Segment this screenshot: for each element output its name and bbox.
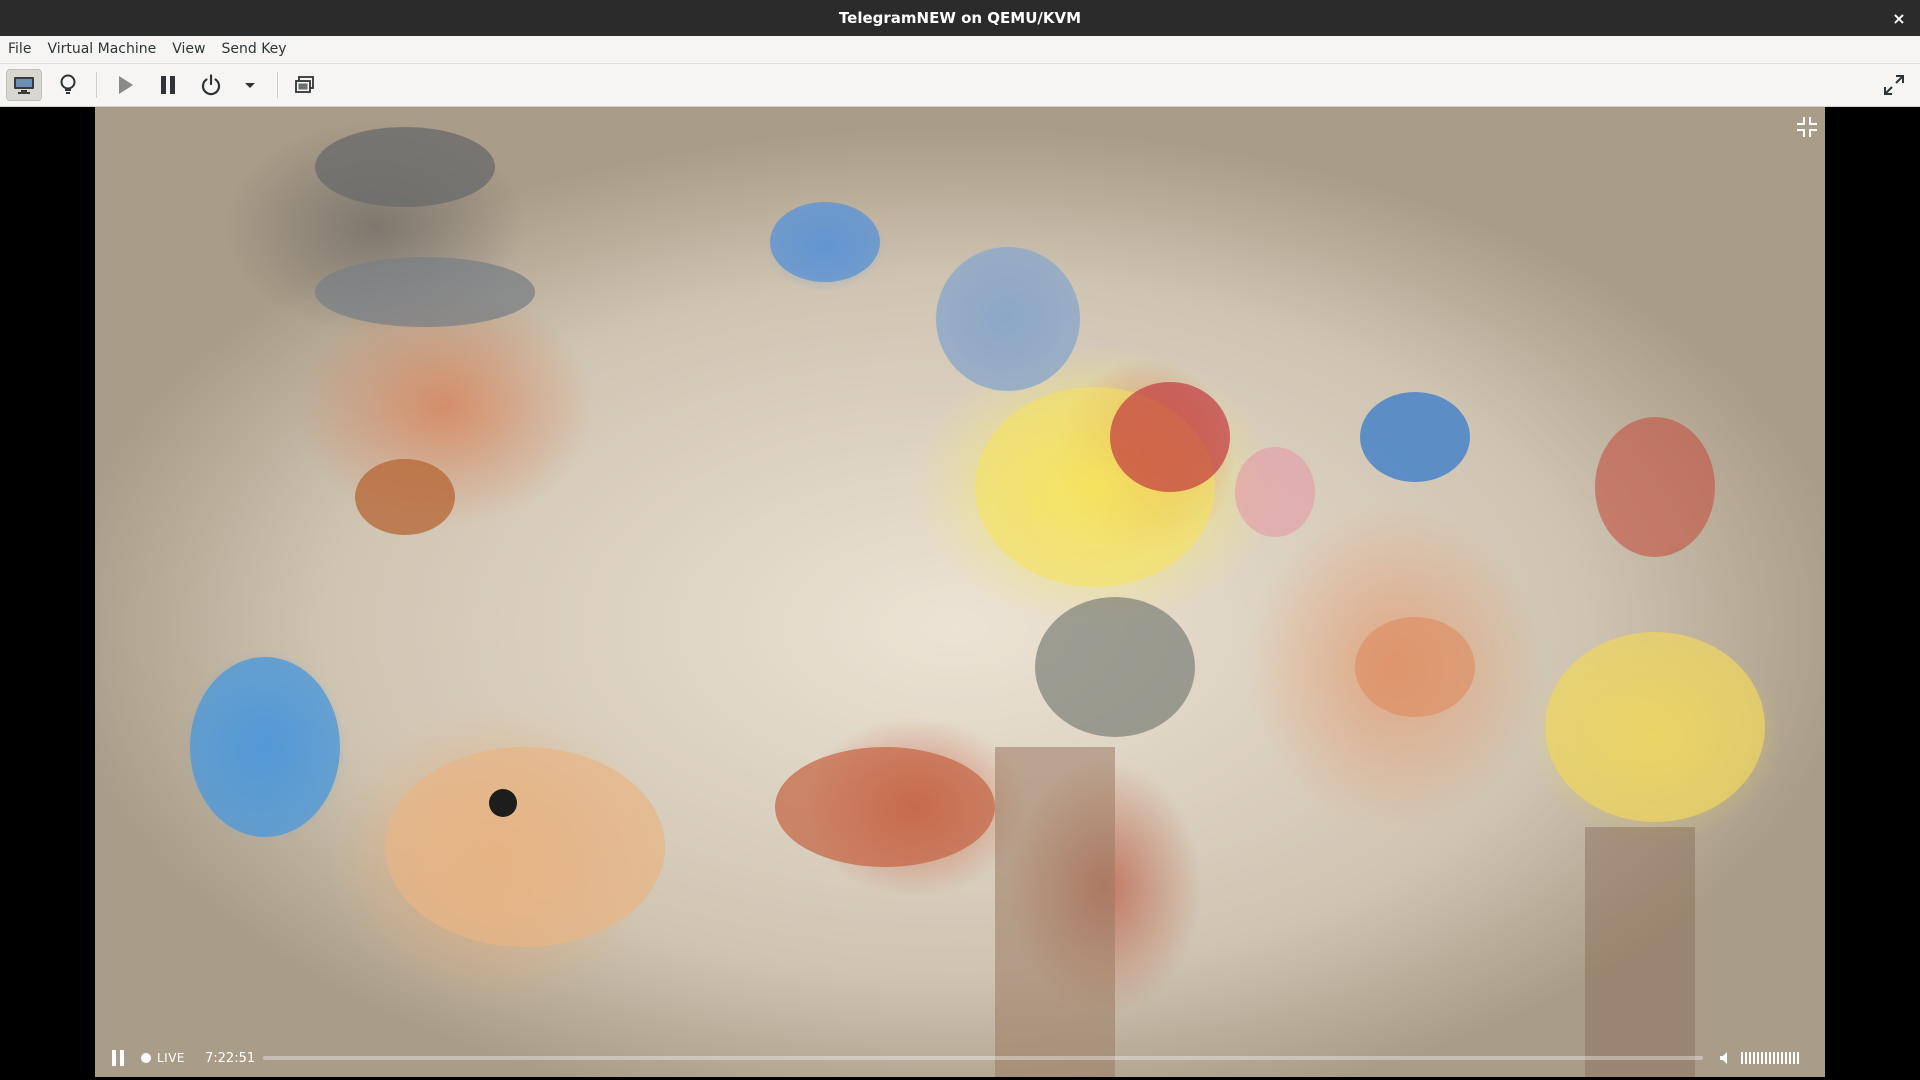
video-controls: LIVE 7:22:51 [95,1039,1825,1077]
airship-shape [315,257,535,327]
video-pause-button[interactable] [109,1039,127,1077]
orange-squirrel-shape [1355,617,1475,717]
fullscreen-button[interactable] [1876,69,1912,101]
chevron-down-icon [245,83,255,88]
menubar: File Virtual Machine View Send Key [0,36,1920,64]
window-titlebar: TelegramNEW on QEMU/KVM × [0,0,1920,36]
squirrel-eye-shape [489,789,517,817]
video-progress-bar[interactable] [263,1056,1703,1060]
shutdown-menu-button[interactable] [232,69,268,101]
live-label: LIVE [157,1051,186,1065]
blue-star-shape [1360,392,1470,482]
snapshot-icon [295,76,314,93]
blue-leaf-shape [770,202,880,282]
tree-trunk-shape [995,747,1115,1077]
building-shape [1035,597,1195,737]
live-dot-icon [141,1053,151,1063]
red-squirrel-shape [775,747,995,867]
run-button[interactable] [107,69,143,101]
vm-console-viewport[interactable]: LIVE 7:22:51 [0,107,1920,1080]
volume-button[interactable] [1719,1039,1733,1077]
toolbar-separator [96,72,97,98]
power-icon [201,74,221,96]
red-ball-shape [1110,382,1230,492]
menu-virtual-machine[interactable]: Virtual Machine [39,36,164,63]
snapshots-button[interactable] [287,69,323,101]
blimp-shape [315,127,495,207]
pause-icon [161,76,175,94]
red-squirrel-right-shape [1595,417,1715,557]
console-view-button[interactable] [6,69,42,101]
pink-animal-shape [1235,447,1315,537]
speaker-icon [1720,1052,1727,1064]
window-title: TelegramNEW on QEMU/KVM [838,9,1082,27]
toolbar-separator [277,72,278,98]
details-view-button[interactable] [50,69,86,101]
play-icon [119,76,133,94]
menu-view[interactable]: View [164,36,213,63]
menu-file[interactable]: File [0,36,39,63]
volume-level-bars [1741,1052,1799,1064]
blue-butterfly-shape [190,657,340,837]
live-indicator: LIVE [141,1039,185,1077]
close-icon: × [1892,8,1906,28]
monitor-icon [14,77,34,94]
moon-shape [936,247,1080,391]
yellow-fruit-shape [1545,632,1765,822]
pause-button[interactable] [150,69,186,101]
squirrel-head-shape [385,747,665,947]
acorn-shape [355,459,455,535]
window-close-button[interactable]: × [1888,7,1910,29]
exit-fullscreen-icon[interactable] [1793,113,1821,141]
menu-send-key[interactable]: Send Key [213,36,294,63]
video-time: 7:22:51 [205,1050,256,1066]
volume-slider[interactable] [1741,1039,1799,1077]
toolbar [0,64,1920,107]
shutdown-button[interactable] [193,69,229,101]
pause-icon [112,1050,124,1066]
lightbulb-icon [60,74,76,94]
watercolor-painting [190,127,1765,1077]
video-frame[interactable] [95,107,1825,1077]
fullscreen-icon [1884,75,1904,95]
